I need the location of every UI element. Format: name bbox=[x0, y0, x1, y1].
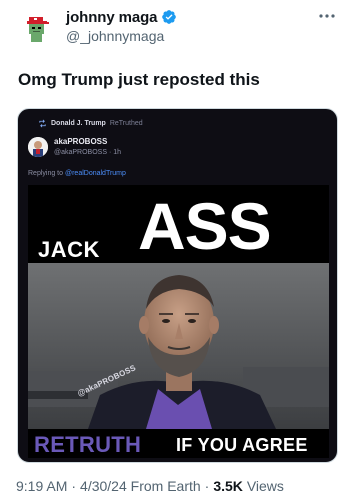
views-label: Views bbox=[246, 478, 284, 494]
tweet-text: Omg Trump just reposted this bbox=[18, 70, 260, 89]
pixel-avatar-icon bbox=[18, 8, 56, 46]
separator-dot: · bbox=[204, 478, 210, 494]
meme-image: JACK ASS @akaPROBOSS RETRUTH IF YOU AGRE… bbox=[28, 185, 329, 458]
author-handle[interactable]: @_johnnymaga bbox=[66, 28, 164, 44]
tweet-time[interactable]: 9:19 AM bbox=[16, 478, 67, 494]
inner-avatar bbox=[28, 137, 48, 157]
meme-title-band: JACK ASS bbox=[28, 185, 329, 263]
meme-word-ass: ASS bbox=[138, 189, 272, 263]
verified-badge-icon bbox=[161, 9, 177, 29]
reply-mention: @realDonaldTrump bbox=[64, 170, 126, 177]
retruth-suffix: ReTruthed bbox=[109, 120, 143, 127]
views-count: 3.5K bbox=[213, 478, 243, 494]
tweet-date[interactable]: 4/30/24 bbox=[80, 478, 127, 494]
tweet-header: johnny maga @_johnnymaga bbox=[0, 0, 356, 60]
author-display-name[interactable]: johnny maga bbox=[66, 9, 177, 29]
author-avatar[interactable] bbox=[18, 8, 56, 46]
inner-author-meta: @akaPROBOSS · 1h bbox=[54, 149, 122, 156]
meme-word-agree: IF YOU AGREE bbox=[176, 435, 308, 455]
retruth-icon bbox=[39, 119, 46, 128]
meme-word-jack: JACK bbox=[38, 237, 100, 262]
meme-caption-band: RETRUTH IF YOU AGREE bbox=[28, 429, 329, 458]
embedded-post-image[interactable]: Donald J. Trump ReTruthed akaPROBOSS @ak… bbox=[17, 108, 338, 463]
tweet-meta-footer: 9:19 AM · 4/30/24 From Earth · 3.5K Views bbox=[16, 478, 284, 494]
meme-word-retruth: RETRUTH bbox=[34, 432, 142, 457]
retruth-row: Donald J. Trump ReTruthed bbox=[38, 119, 143, 128]
reply-prefix: Replying to bbox=[28, 170, 64, 177]
meme-photo bbox=[28, 263, 329, 429]
tweet-source: From Earth bbox=[130, 478, 201, 494]
retruth-author: Donald J. Trump bbox=[51, 120, 106, 127]
separator-dot: · bbox=[71, 478, 77, 494]
display-name-text: johnny maga bbox=[66, 9, 158, 26]
inner-author-name: akaPROBOSS bbox=[54, 137, 108, 146]
more-options-icon[interactable] bbox=[316, 9, 338, 23]
reply-line: Replying to @realDonaldTrump bbox=[28, 170, 126, 177]
